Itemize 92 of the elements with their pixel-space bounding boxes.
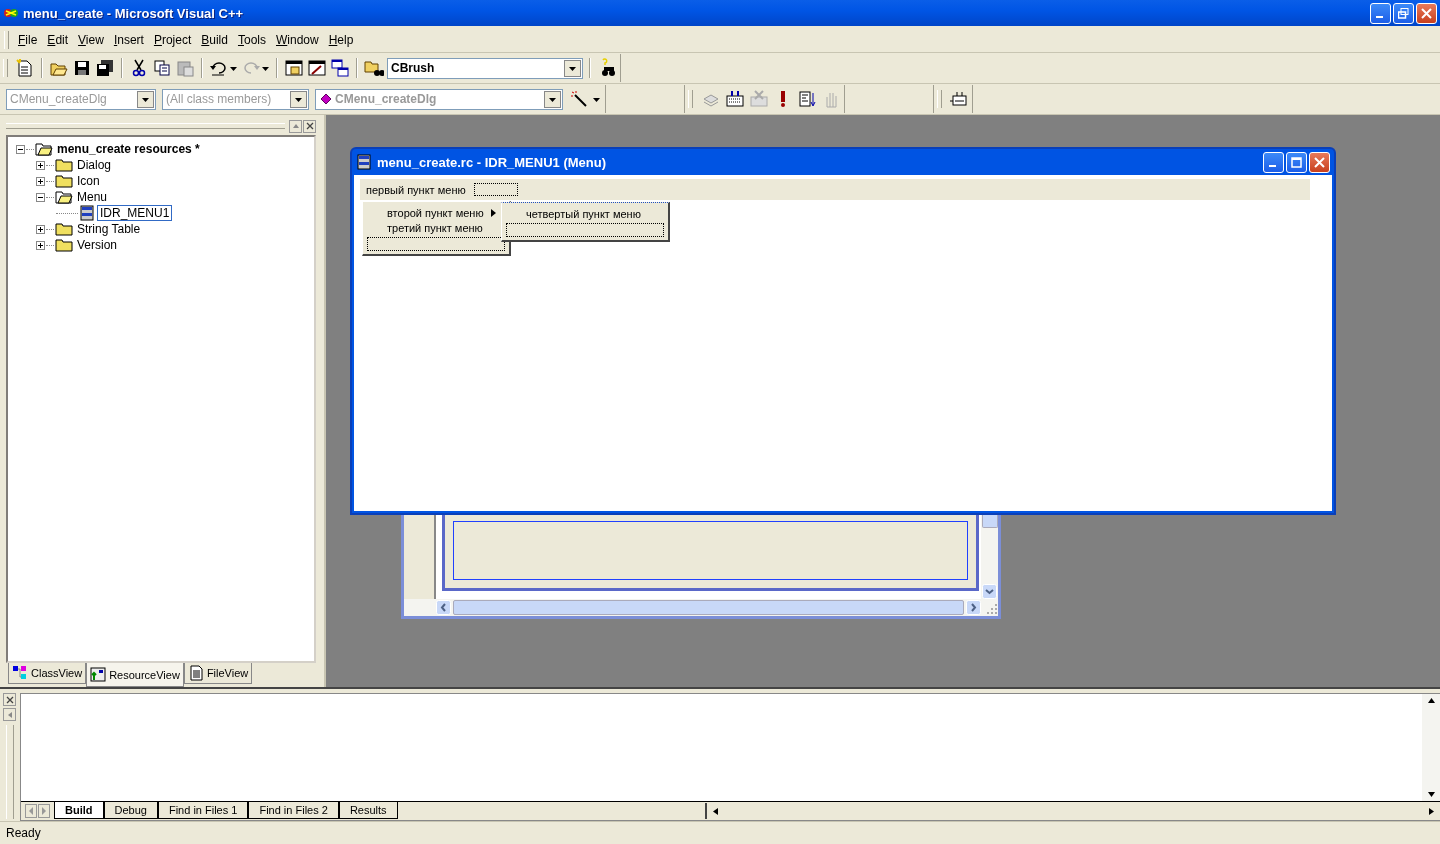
- scroll-down-icon[interactable]: [982, 584, 997, 599]
- expand-icon[interactable]: [36, 176, 45, 186]
- horizontal-scrollbar[interactable]: [404, 599, 998, 616]
- resource-icon: [90, 666, 107, 683]
- top-bar-entry[interactable]: Edit: [42, 33, 74, 47]
- open-folder-icon: [35, 142, 53, 156]
- close-icon: [1314, 156, 1325, 168]
- scroll-up-icon[interactable]: [1426, 696, 1436, 705]
- workspace-tab[interactable]: ClassView: [8, 663, 87, 684]
- top-bar-entry[interactable]: Window: [271, 33, 324, 47]
- expand-icon[interactable]: [36, 240, 45, 250]
- minimize-button[interactable]: [1263, 151, 1284, 173]
- open-folder-icon: [55, 190, 73, 204]
- grip-handle[interactable]: [937, 90, 942, 108]
- control-icon[interactable]: [949, 89, 969, 109]
- output-window-icon[interactable]: [307, 58, 327, 78]
- go-icon[interactable]: [797, 89, 817, 109]
- build-icon[interactable]: [725, 89, 745, 109]
- top-bar-entry[interactable]: File: [13, 33, 43, 47]
- workspace-tab[interactable]: FileView: [183, 663, 253, 684]
- top-bar-entry[interactable]: View: [73, 33, 109, 47]
- close-button[interactable]: [303, 119, 316, 133]
- output-tab[interactable]: Debug: [103, 802, 158, 819]
- status-text: Ready: [6, 826, 41, 840]
- save-all-icon[interactable]: [95, 58, 115, 78]
- grip-handle[interactable]: [3, 59, 8, 77]
- collapse-icon[interactable]: [36, 192, 45, 202]
- new-item-placeholder[interactable]: [473, 183, 518, 196]
- new-item-placeholder[interactable]: [506, 223, 664, 237]
- vertical-scrollbar[interactable]: [1422, 694, 1440, 801]
- minimize-button[interactable]: [1370, 2, 1391, 24]
- folder-icon: [55, 238, 73, 252]
- vertical-scrollbar[interactable]: [981, 513, 998, 599]
- tree-item[interactable]: Icon: [75, 174, 102, 188]
- tree-item[interactable]: Menu: [75, 190, 110, 204]
- top-bar-entry[interactable]: Tools: [232, 33, 271, 47]
- menu-item[interactable]: первый пункт меню: [366, 183, 466, 196]
- diamond-icon: [320, 93, 332, 105]
- maximize-icon: [1291, 156, 1302, 168]
- windows-list-icon[interactable]: [330, 58, 350, 78]
- folder-icon: [55, 174, 73, 188]
- close-button[interactable]: [3, 693, 16, 706]
- copy-icon[interactable]: [152, 58, 172, 78]
- collapse-icon[interactable]: [16, 144, 25, 154]
- tree-item[interactable]: menu_create resources *: [55, 142, 202, 156]
- close-icon: [5, 695, 14, 704]
- class-tree-icon: [12, 665, 28, 681]
- folder-icon: [55, 158, 73, 172]
- expand-icon[interactable]: [36, 224, 45, 234]
- restore-button[interactable]: [1393, 2, 1414, 24]
- magic-wand-icon[interactable]: [569, 89, 589, 109]
- expand-icon[interactable]: [36, 160, 45, 170]
- output-tab[interactable]: Results: [338, 802, 398, 819]
- find-in-files-icon[interactable]: [364, 58, 384, 78]
- output-tab[interactable]: Find in Files 1: [157, 802, 249, 819]
- triangle-icon: [291, 122, 300, 130]
- restore-icon: [1398, 7, 1409, 19]
- folder-icon: [55, 222, 73, 236]
- output-tab[interactable]: Build: [54, 802, 104, 819]
- close-icon: [1421, 7, 1432, 19]
- submenu-arrow-icon: [490, 208, 496, 217]
- top-bar-entry[interactable]: Project: [148, 33, 197, 47]
- workspace-window-icon[interactable]: [284, 58, 304, 78]
- new-file-icon[interactable]: [15, 58, 35, 78]
- menu-item[interactable]: четвертый пункт меню: [504, 206, 666, 221]
- save-icon[interactable]: [72, 58, 92, 78]
- grip-handle[interactable]: [6, 725, 14, 819]
- top-bar-entry[interactable]: Help: [323, 33, 359, 47]
- tree-item[interactable]: Version: [75, 238, 120, 252]
- workspace-tab[interactable]: ResourceView: [86, 663, 184, 687]
- tree-item[interactable]: IDR_MENU1: [97, 205, 173, 221]
- scroll-left-icon[interactable]: [711, 806, 720, 816]
- output-tab[interactable]: Find in Files 2: [248, 802, 339, 819]
- window-title: menu_create - Microsoft Visual C++: [23, 5, 245, 21]
- scroll-down-icon[interactable]: [1426, 790, 1436, 799]
- top-bar-entry[interactable]: Build: [196, 33, 233, 47]
- minimize-icon: [1268, 165, 1276, 167]
- find-combo[interactable]: CBrush: [387, 57, 583, 79]
- menu-resource-icon: [356, 154, 372, 170]
- menu-item[interactable]: второй пункт меню: [365, 205, 507, 220]
- grip-handle[interactable]: [688, 90, 693, 108]
- scroll-thumb[interactable]: [453, 600, 964, 615]
- document-icon: [187, 665, 204, 681]
- menu-resource-icon: [79, 205, 95, 221]
- tree-item[interactable]: Dialog: [75, 158, 114, 172]
- window-title: menu_create.rc - IDR_MENU1 (Menu): [377, 154, 607, 170]
- top-bar-entry[interactable]: Insert: [108, 33, 149, 47]
- close-icon: [305, 122, 314, 130]
- tree-item[interactable]: String Table: [75, 222, 143, 236]
- scroll-right-icon[interactable]: [1427, 806, 1436, 816]
- grip-handle[interactable]: [4, 31, 9, 49]
- minimize-icon: [1375, 16, 1383, 18]
